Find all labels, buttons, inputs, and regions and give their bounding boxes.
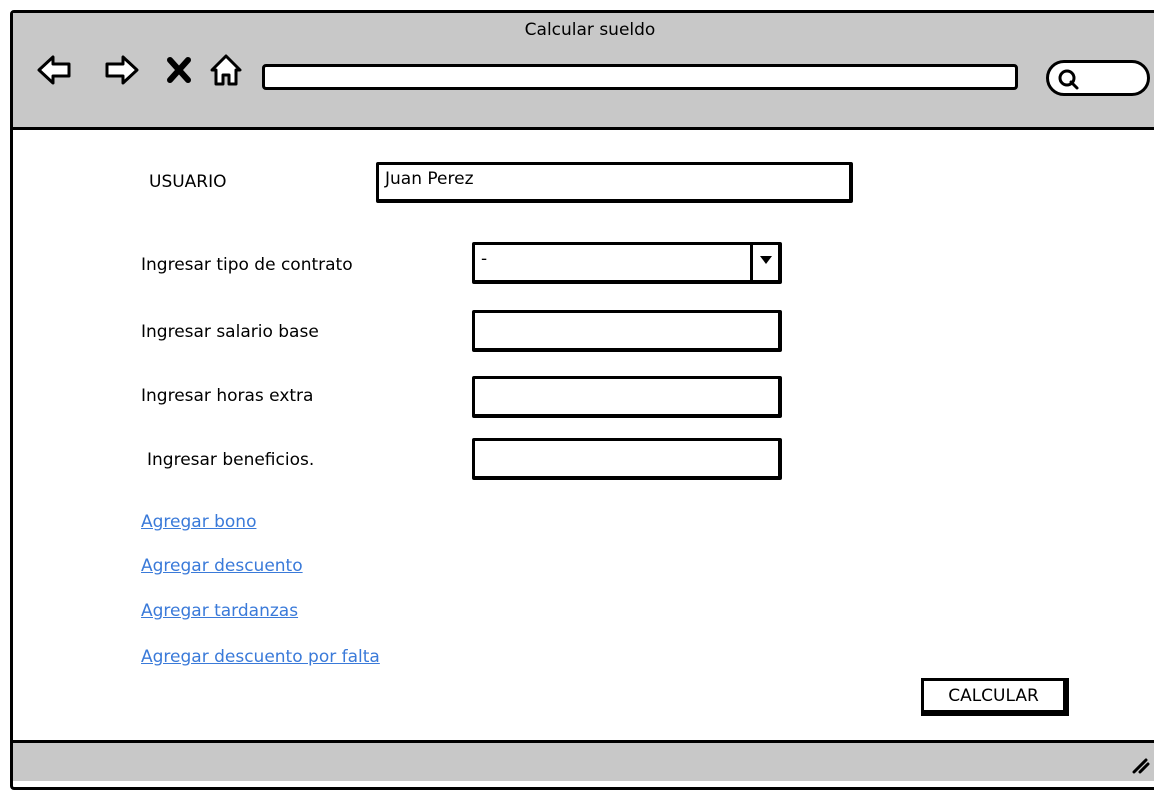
window-title: Calcular sueldo: [524, 20, 656, 40]
back-arrow-icon[interactable]: [36, 52, 72, 88]
add-discount-link[interactable]: Agregar descuento: [141, 556, 303, 576]
address-bar[interactable]: [262, 64, 1018, 90]
add-tardiness-link[interactable]: Agregar tardanzas: [141, 601, 298, 621]
overtime-label: Ingresar horas extra: [141, 386, 314, 406]
benefits-field[interactable]: [472, 438, 782, 480]
add-absence-discount-link[interactable]: Agregar descuento por falta: [141, 647, 380, 667]
search-icon: [1058, 69, 1079, 90]
contract-type-label: Ingresar tipo de contrato: [141, 255, 353, 275]
forward-arrow-icon[interactable]: [104, 52, 140, 88]
base-salary-field[interactable]: [472, 310, 782, 352]
contract-type-select[interactable]: -: [472, 242, 782, 284]
user-value: Juan Perez: [385, 169, 474, 189]
benefits-label: Ingresar beneficios.: [147, 450, 315, 470]
add-bonus-link[interactable]: Agregar bono: [141, 512, 256, 532]
resize-grip-icon[interactable]: [1128, 752, 1152, 776]
chevron-down-icon: [760, 256, 772, 264]
base-salary-label: Ingresar salario base: [141, 322, 319, 342]
user-field[interactable]: Juan Perez: [376, 162, 853, 203]
calculate-button[interactable]: CALCULAR: [921, 678, 1069, 716]
contract-type-value: -: [481, 249, 488, 269]
dropdown-toggle[interactable]: [750, 245, 778, 280]
search-box[interactable]: [1046, 60, 1150, 96]
close-icon[interactable]: [162, 52, 198, 88]
status-bar: [13, 740, 1154, 781]
home-icon[interactable]: [208, 52, 244, 88]
user-label: USUARIO: [149, 172, 227, 192]
overtime-field[interactable]: [472, 376, 782, 418]
